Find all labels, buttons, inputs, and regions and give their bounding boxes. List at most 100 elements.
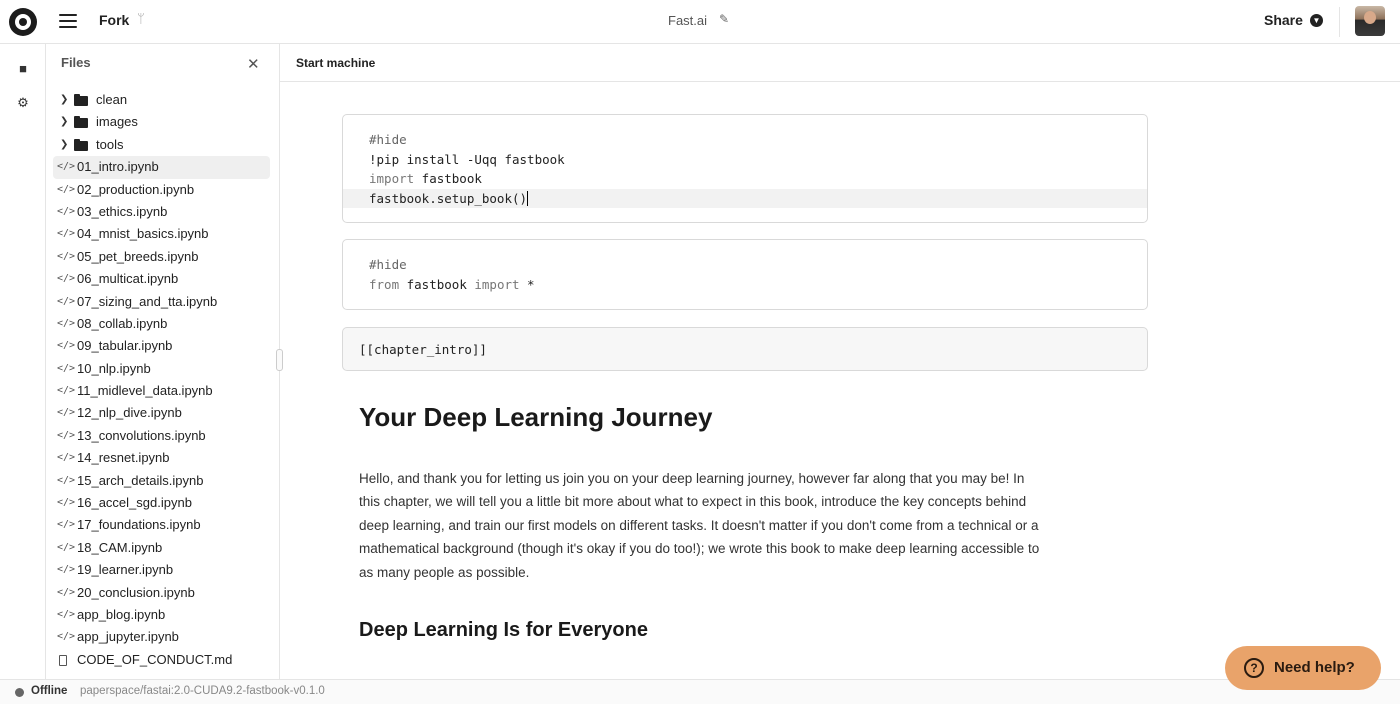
code-file-icon: </> [57, 385, 76, 397]
paperspace-logo[interactable] [9, 8, 37, 36]
file-item[interactable]: </> 10_nlp.ipynb [53, 358, 270, 380]
file-item[interactable]: </> 15_arch_details.ipynb [53, 470, 270, 492]
code-file-icon: </> [57, 586, 76, 598]
notebook-title[interactable]: Fast.ai [668, 13, 707, 28]
chevron-right-icon[interactable]: ❯ [60, 89, 68, 111]
divider [1339, 7, 1340, 37]
notebook-toolbar: Start machine [280, 44, 1400, 82]
document-icon [59, 654, 67, 666]
share-button[interactable]: Share [1264, 12, 1303, 28]
file-label: 11_midlevel_data.ipynb [77, 383, 213, 399]
user-avatar[interactable] [1355, 6, 1385, 36]
folder-label: tools [96, 136, 124, 152]
file-label: 19_learner.ipynb [77, 562, 174, 578]
intro-paragraph: Hello, and thank you for letting us join… [359, 471, 1040, 580]
file-item[interactable]: </> 07_sizing_and_tta.ipynb [53, 291, 270, 313]
file-item[interactable]: </> 17_foundations.ipynb [53, 514, 270, 536]
code-cell[interactable]: #hide from fastbook import * [342, 239, 1148, 310]
file-item[interactable]: </> 03_ethics.ipynb [53, 201, 270, 223]
top-bar: Fork ᛘ Fast.ai ✎ Share ▼ [0, 0, 1400, 44]
file-item[interactable]: </> 16_accel_sgd.ipynb [53, 492, 270, 514]
edit-title-icon[interactable]: ✎ [719, 12, 729, 26]
chevron-right-icon[interactable]: ❯ [60, 111, 68, 133]
folder-label: clean [96, 92, 128, 107]
fork-button[interactable]: Fork [99, 12, 129, 28]
hamburger-menu-icon[interactable] [59, 14, 77, 30]
code-file-icon: </> [57, 631, 76, 643]
file-item[interactable]: </> app_blog.ipynb [53, 604, 270, 626]
chevron-right-icon[interactable]: ❯ [60, 134, 68, 156]
chapter-heading: Your Deep Learning Journey [359, 402, 713, 432]
code-line: #hide [369, 257, 407, 272]
file-label: 18_CAM.ipynb [77, 539, 163, 555]
file-item[interactable]: </> 11_midlevel_data.ipynb [53, 380, 270, 402]
folder-icon [74, 116, 88, 129]
file-item[interactable]: </> 13_convolutions.ipynb [53, 425, 270, 447]
code-line: !pip install -Uqq fastbook [369, 151, 565, 167]
file-label: 14_resnet.ipynb [77, 450, 170, 466]
icon-rail: ■ ⚙ [0, 44, 46, 679]
folder-item-tools[interactable]: ❯ tools [53, 134, 270, 156]
file-item[interactable]: </> 06_multicat.ipynb [53, 268, 270, 290]
file-label: 07_sizing_and_tta.ipynb [77, 293, 218, 309]
file-item[interactable]: </> app_jupyter.ipynb [53, 626, 270, 648]
text-cursor [527, 190, 529, 206]
file-label: 01_intro.ipynb [77, 159, 159, 175]
code-file-icon: </> [57, 608, 76, 620]
folder-label: images [96, 114, 138, 130]
chevron-down-icon[interactable]: ▼ [1310, 14, 1323, 27]
file-item[interactable]: CODE_OF_CONDUCT.md [53, 649, 270, 671]
file-item[interactable]: </> 12_nlp_dive.ipynb [53, 402, 270, 424]
folder-icon [74, 94, 88, 106]
file-label: 02_production.ipynb [77, 181, 195, 197]
need-help-button[interactable]: ? Need help? [1225, 646, 1381, 690]
code-file-icon: </> [57, 250, 76, 262]
file-item[interactable]: </> 08_collab.ipynb [53, 313, 270, 335]
container-name: paperspace/fastai:2.0-CUDA9.2-fastbook-v… [80, 685, 325, 697]
file-label: 16_accel_sgd.ipynb [77, 495, 192, 511]
chip-icon[interactable]: ⚙ [15, 95, 31, 111]
code-file-icon: </> [57, 407, 76, 419]
code-file-icon: </> [57, 452, 76, 464]
file-item[interactable]: </> 05_pet_breeds.ipynb [53, 246, 270, 268]
file-item[interactable]: </> 01_intro.ipynb [53, 156, 270, 179]
code-line: import fastbook [369, 171, 482, 186]
file-label: 20_conclusion.ipynb [77, 584, 195, 600]
file-label: CODE_OF_CONDUCT.md [77, 651, 233, 667]
file-label: 12_nlp_dive.ipynb [77, 405, 182, 421]
code-line: from fastbook import * [369, 276, 535, 292]
close-icon[interactable]: ✕ [247, 55, 260, 73]
file-item[interactable]: </> 02_production.ipynb [53, 179, 270, 201]
file-label: 13_convolutions.ipynb [77, 427, 206, 443]
fork-icon[interactable]: ᛘ [137, 11, 145, 26]
file-item[interactable]: </> 04_mnist_basics.ipynb [53, 223, 270, 245]
file-item[interactable]: </> 19_learner.ipynb [53, 559, 270, 581]
file-label: 03_ethics.ipynb [77, 203, 168, 219]
file-list: ❯ clean ❯ images ❯ tools </> 01_intro.ipynb </> 0… [53, 89, 270, 671]
file-item[interactable]: </> 09_tabular.ipynb [53, 335, 270, 357]
code-file-icon: </> [57, 429, 76, 441]
section-heading: Deep Learning Is for Everyone [359, 619, 648, 641]
folder-item-images[interactable]: ❯ images [53, 111, 270, 133]
file-label: app_blog.ipynb [77, 606, 166, 622]
file-label: 06_multicat.ipynb [77, 271, 179, 287]
file-item[interactable]: </> 14_resnet.ipynb [53, 447, 270, 469]
file-label: 09_tabular.ipynb [77, 338, 173, 354]
file-item[interactable]: </> 18_CAM.ipynb [53, 537, 270, 559]
code-file-icon: </> [57, 183, 76, 195]
code-file-icon: </> [57, 362, 76, 374]
code-cell[interactable]: #hide !pip install -Uqq fastbook import … [342, 114, 1148, 223]
code-file-icon: </> [57, 474, 76, 486]
file-item[interactable]: </> 20_conclusion.ipynb [53, 582, 270, 604]
code-file-icon: </> [57, 519, 76, 531]
panel-resize-handle[interactable] [276, 349, 283, 371]
folder-item-clean[interactable]: ❯ clean [53, 89, 270, 111]
folder-icon[interactable]: ■ [15, 61, 31, 77]
code-file-icon: </> [57, 228, 76, 240]
raw-cell-text: [[chapter_intro]] [359, 342, 487, 357]
start-machine-button[interactable]: Start machine [296, 56, 375, 70]
code-line-active: fastbook.setup_book() [343, 188, 1147, 208]
raw-cell[interactable]: [[chapter_intro]] [342, 327, 1148, 371]
question-icon: ? [1244, 658, 1264, 678]
file-label: 05_pet_breeds.ipynb [77, 248, 199, 264]
